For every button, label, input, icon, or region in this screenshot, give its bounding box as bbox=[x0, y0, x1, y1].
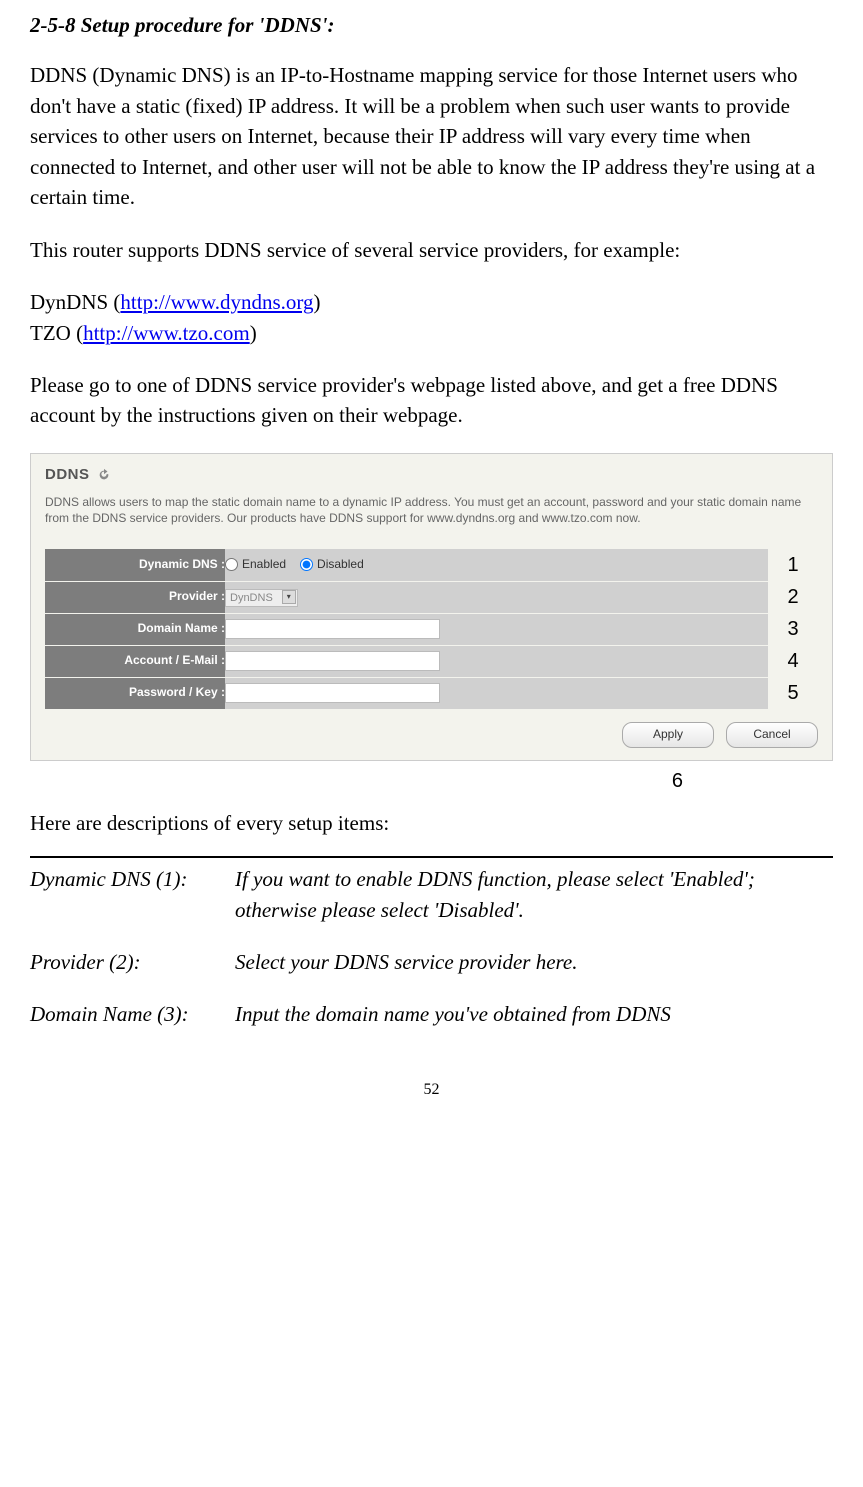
page-number: 52 bbox=[30, 1078, 833, 1101]
row-domain-name: Domain Name : 3 bbox=[45, 613, 818, 645]
tzo-link[interactable]: http://www.tzo.com bbox=[83, 321, 250, 345]
paragraph-instructions: Please go to one of DDNS service provide… bbox=[30, 370, 833, 431]
desc-text-3: Input the domain name you've obtained fr… bbox=[235, 999, 833, 1051]
ddns-config-screenshot: DDNS DDNS allows users to map the static… bbox=[30, 453, 833, 761]
desc-text-2: Select your DDNS service provider here. bbox=[235, 947, 833, 999]
paragraph-supports: This router supports DDNS service of sev… bbox=[30, 235, 833, 265]
account-input[interactable] bbox=[225, 651, 440, 671]
tzo-prefix: TZO ( bbox=[30, 321, 83, 345]
callout-1: 1 bbox=[768, 549, 818, 581]
dyndns-prefix: DynDNS ( bbox=[30, 290, 120, 314]
descriptions-intro: Here are descriptions of every setup ite… bbox=[30, 808, 833, 838]
dyndns-link[interactable]: http://www.dyndns.org bbox=[120, 290, 313, 314]
panel-title: DDNS bbox=[45, 464, 90, 486]
chevron-down-icon: ▾ bbox=[282, 590, 296, 604]
label-account: Account / E-Mail : bbox=[45, 645, 225, 677]
config-form: Dynamic DNS : Enabled Disabled 1 Provide… bbox=[45, 549, 818, 710]
desc-text-1: If you want to enable DDNS function, ple… bbox=[235, 864, 833, 947]
dyndns-suffix: ) bbox=[314, 290, 321, 314]
desc-label-2: Provider (2): bbox=[30, 947, 235, 999]
button-row: Apply Cancel bbox=[622, 722, 818, 747]
desc-label-1: Dynamic DNS (1): bbox=[30, 864, 235, 947]
radio-enabled-label: Enabled bbox=[242, 556, 286, 573]
callout-3: 3 bbox=[768, 613, 818, 645]
provider-line-tzo: TZO (http://www.tzo.com) bbox=[30, 318, 833, 348]
cancel-button[interactable]: Cancel bbox=[726, 722, 818, 747]
row-provider: Provider : DynDNS ▾ 2 bbox=[45, 581, 818, 613]
desc-label-3: Domain Name (3): bbox=[30, 999, 235, 1051]
panel-description: DDNS allows users to map the static doma… bbox=[45, 494, 818, 528]
radio-enabled[interactable] bbox=[225, 558, 238, 571]
separator bbox=[30, 856, 833, 858]
label-provider: Provider : bbox=[45, 581, 225, 613]
provider-select-wrap: DynDNS ▾ bbox=[225, 588, 298, 607]
radio-disabled[interactable] bbox=[300, 558, 313, 571]
dynamic-dns-radio-group: Enabled Disabled bbox=[225, 556, 768, 573]
descriptions-table: Dynamic DNS (1): If you want to enable D… bbox=[30, 864, 833, 1052]
tzo-suffix: ) bbox=[250, 321, 257, 345]
provider-list: DynDNS (http://www.dyndns.org) TZO (http… bbox=[30, 287, 833, 348]
paragraph-intro: DDNS (Dynamic DNS) is an IP-to-Hostname … bbox=[30, 60, 833, 212]
callout-4: 4 bbox=[768, 645, 818, 677]
domain-name-input[interactable] bbox=[225, 619, 440, 639]
refresh-icon bbox=[97, 468, 111, 482]
desc-row-2: Provider (2): Select your DDNS service p… bbox=[30, 947, 833, 999]
callout-5: 5 bbox=[768, 677, 818, 709]
label-password: Password / Key : bbox=[45, 677, 225, 709]
desc-row-1: Dynamic DNS (1): If you want to enable D… bbox=[30, 864, 833, 947]
password-input[interactable] bbox=[225, 683, 440, 703]
label-dynamic-dns: Dynamic DNS : bbox=[45, 549, 225, 581]
radio-disabled-label: Disabled bbox=[317, 556, 364, 573]
provider-line-dyndns: DynDNS (http://www.dyndns.org) bbox=[30, 287, 833, 317]
section-heading: 2-5-8 Setup procedure for 'DDNS': bbox=[30, 10, 833, 40]
callout-2: 2 bbox=[768, 581, 818, 613]
label-domain-name: Domain Name : bbox=[45, 613, 225, 645]
row-dynamic-dns: Dynamic DNS : Enabled Disabled 1 bbox=[45, 549, 818, 581]
apply-button[interactable]: Apply bbox=[622, 722, 714, 747]
row-password: Password / Key : 5 bbox=[45, 677, 818, 709]
row-account: Account / E-Mail : 4 bbox=[45, 645, 818, 677]
callout-6: 6 bbox=[30, 767, 833, 796]
desc-row-3: Domain Name (3): Input the domain name y… bbox=[30, 999, 833, 1051]
